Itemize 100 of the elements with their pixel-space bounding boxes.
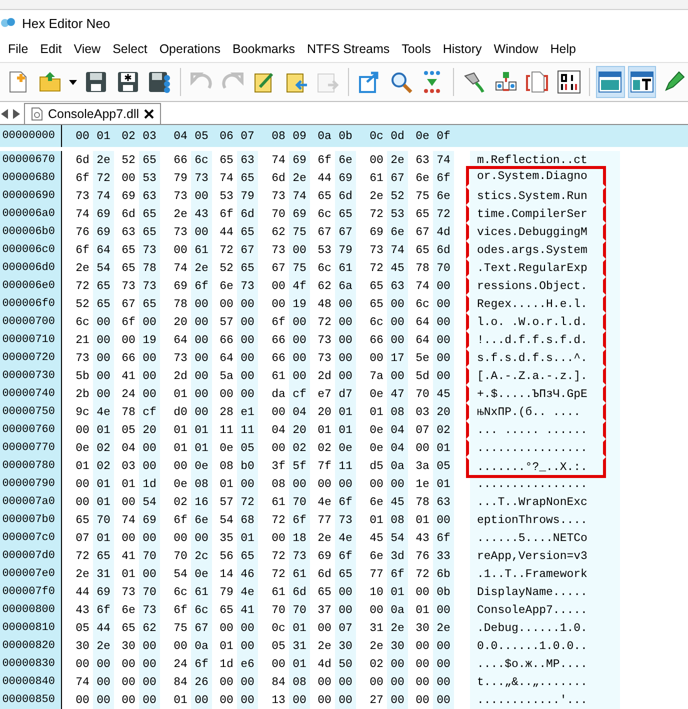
toolbar-button[interactable]	[628, 66, 656, 98]
hex-byte: 00	[237, 295, 258, 313]
hex-byte: 20	[139, 421, 160, 439]
hex-byte: d5	[368, 458, 384, 474]
hex-byte: 65	[120, 620, 136, 636]
file-tab[interactable]: ConsoleApp7.dll	[24, 103, 162, 124]
hex-byte: 08	[270, 476, 286, 492]
hex-byte: 2e	[172, 206, 188, 222]
hex-byte: 6d	[120, 206, 136, 222]
hex-byte: 14	[218, 566, 234, 582]
hex-byte: 69	[93, 223, 114, 241]
hex-byte: 00	[139, 313, 160, 331]
menu-item[interactable]: Edit	[34, 42, 68, 56]
hex-byte: 30	[120, 638, 136, 654]
column-header: 0f	[436, 128, 452, 144]
hex-byte: 2e	[93, 637, 114, 655]
hex-byte: 54	[139, 493, 160, 511]
menu-item[interactable]: History	[436, 42, 488, 56]
hex-byte: 17	[387, 349, 408, 367]
hex-byte: 2e	[433, 619, 454, 637]
hex-byte: 0a	[387, 601, 408, 619]
hex-byte: 00	[387, 313, 408, 331]
hex-byte: 0a	[387, 457, 408, 475]
address-cell: 00000670	[0, 151, 62, 169]
hex-byte: 69	[172, 278, 188, 294]
hex-byte: 6d	[289, 583, 310, 601]
hex-byte: 6f	[218, 206, 234, 222]
hex-byte: 0e	[172, 476, 188, 492]
hex-byte: 00	[414, 584, 430, 600]
hex-byte: 00	[237, 637, 258, 655]
menu-item[interactable]: Window	[488, 42, 544, 56]
menu-item[interactable]: Operations	[153, 42, 226, 56]
hex-byte: 11	[335, 457, 356, 475]
hex-byte: 00	[316, 620, 332, 636]
hex-byte: 00	[191, 529, 212, 547]
hex-byte: 63	[120, 224, 136, 240]
column-header: 09	[292, 128, 308, 144]
hex-byte: 6f	[433, 169, 454, 187]
hex-byte: 69	[120, 188, 136, 204]
hex-byte: 00	[218, 296, 234, 312]
hex-byte: cf	[289, 385, 310, 403]
menu-item[interactable]: Bookmarks	[226, 42, 302, 56]
hex-byte: 2e	[387, 619, 408, 637]
hex-byte: 5b	[74, 368, 90, 384]
hex-byte: 69	[289, 151, 310, 169]
hex-byte: 78	[414, 494, 430, 510]
scroll-right-icon[interactable]	[11, 109, 21, 119]
hex-byte: 78	[120, 404, 136, 420]
address-cell: 000007b0	[0, 511, 62, 529]
hex-byte: 45	[387, 259, 408, 277]
menu-item[interactable]: Select	[106, 42, 154, 56]
menu-item[interactable]: NTFS Streams	[301, 42, 396, 56]
hex-byte: 78	[139, 259, 160, 277]
ascii-text: ...T..WrapNonExc	[476, 494, 588, 510]
hex-byte: 6d	[74, 152, 90, 168]
hex-byte: 00	[74, 422, 90, 438]
hex-byte: 2e	[368, 188, 384, 204]
hex-byte: 00	[74, 476, 90, 492]
hex-byte: 00	[387, 691, 408, 709]
hex-byte: 45	[368, 530, 384, 546]
hex-byte: 3d	[387, 547, 408, 565]
hex-byte: 0e	[218, 440, 234, 456]
address-cell: 00000760	[0, 421, 62, 439]
column-header: 0b	[338, 128, 354, 144]
hex-byte: 41	[120, 548, 136, 564]
hex-byte: 73	[270, 242, 286, 258]
hex-byte: 00	[139, 565, 160, 583]
hex-byte: 2b	[74, 386, 90, 402]
hex-byte: 54	[387, 529, 408, 547]
hex-byte: 04	[289, 403, 310, 421]
hex-byte: 00	[289, 313, 310, 331]
hex-byte: 6c	[316, 206, 332, 222]
menu-item[interactable]: Tools	[396, 42, 437, 56]
hex-byte: 00	[368, 152, 384, 168]
close-icon[interactable]	[144, 109, 154, 119]
hex-byte: 74	[289, 187, 310, 205]
hex-byte: 6f	[335, 493, 356, 511]
hex-byte: 00	[316, 674, 332, 690]
hex-byte: 75	[289, 259, 310, 277]
hex-byte: 05	[237, 439, 258, 457]
address-cell: 000006f0	[0, 295, 62, 313]
hex-byte: 6e	[335, 151, 356, 169]
hex-byte: 01	[191, 439, 212, 457]
hex-byte: 07	[74, 530, 90, 546]
hex-byte: 64	[218, 350, 234, 366]
scroll-left-icon[interactable]	[0, 109, 10, 119]
menu-item[interactable]: Help	[544, 42, 582, 56]
menu-item[interactable]: View	[68, 42, 107, 56]
hex-byte: 67	[335, 223, 356, 241]
hex-byte: e7	[316, 386, 332, 402]
hex-byte: 00	[120, 170, 136, 186]
hex-byte: 0e	[368, 440, 384, 456]
hex-byte: 72	[237, 493, 258, 511]
hex-byte: da	[270, 386, 286, 402]
hex-byte: 62	[270, 224, 286, 240]
address-cell: 00000840	[0, 673, 62, 691]
hex-byte: 79	[172, 170, 188, 186]
menu-item[interactable]: File	[2, 42, 34, 56]
hex-byte: 01	[289, 619, 310, 637]
hex-byte: 65	[237, 259, 258, 277]
